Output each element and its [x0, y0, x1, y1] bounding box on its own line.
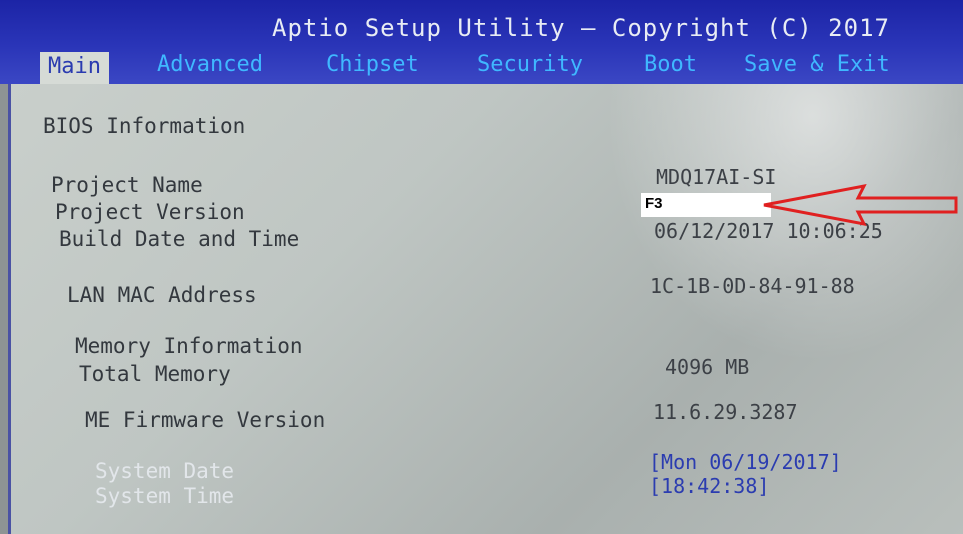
red-arrow-icon [763, 183, 958, 227]
lan-mac-value: 1C-1B-0D-84-91-88 [650, 274, 855, 298]
app-title: Aptio Setup Utility – Copyright (C) 2017 [272, 14, 890, 42]
project-version-value: F3 [645, 195, 663, 212]
total-memory-label: Total Memory [79, 362, 231, 386]
project-name-value: MDQ17AI-SI [656, 165, 777, 189]
system-date-value[interactable]: [Mon 06/19/2017] [649, 450, 842, 474]
system-date-label[interactable]: System Date [95, 459, 234, 483]
tab-security[interactable]: Security [477, 50, 583, 80]
project-name-label: Project Name [51, 173, 203, 197]
screen-glare [571, 84, 963, 404]
main-panel: BIOS Information Project Name MDQ17AI-SI… [8, 84, 963, 534]
tab-save-exit[interactable]: Save & Exit [744, 50, 890, 80]
system-time-label[interactable]: System Time [95, 484, 234, 508]
title-bar: Aptio Setup Utility – Copyright (C) 2017… [0, 0, 963, 84]
project-version-value-box: F3 [641, 193, 771, 217]
tab-advanced[interactable]: Advanced [157, 50, 263, 80]
me-firmware-value: 11.6.29.3287 [653, 400, 798, 424]
memory-info-label: Memory Information [75, 334, 303, 358]
lan-mac-label: LAN MAC Address [67, 283, 257, 307]
system-time-value[interactable]: [18:42:38] [649, 474, 769, 498]
tab-main[interactable]: Main [40, 52, 109, 84]
total-memory-value: 4096 MB [665, 355, 750, 379]
tab-boot[interactable]: Boot [644, 50, 697, 80]
section-title: BIOS Information [43, 114, 246, 138]
project-version-label: Project Version [55, 200, 245, 224]
build-date-label: Build Date and Time [59, 227, 300, 251]
tab-chipset[interactable]: Chipset [326, 50, 419, 80]
me-firmware-label: ME Firmware Version [85, 408, 326, 432]
